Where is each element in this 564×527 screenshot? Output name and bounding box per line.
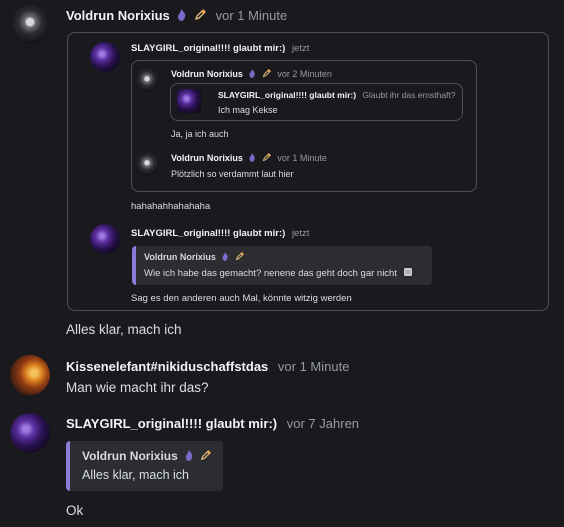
embed-header: SLAYGIRL_original!!!! glaubt mir:) jetzt: [131, 228, 309, 239]
timestamp: jetzt: [291, 43, 310, 54]
avatar[interactable]: [10, 355, 50, 395]
purple-flame-icon: [248, 69, 256, 80]
timestamp: vor 7 Jahren: [286, 416, 360, 431]
message-text: Ich mag Kekse: [218, 105, 278, 115]
pencil-icon: [235, 252, 244, 263]
timestamp: vor 1 Minute: [277, 153, 327, 163]
author-name[interactable]: SLAYGIRL_original!!!! glaubt mir:): [131, 43, 285, 54]
message-text: Alles klar, mach ich: [66, 322, 182, 337]
nested-embed-container: Voldrun Norixius vor 2 Minuten SLAYGIRL_…: [131, 60, 477, 192]
purple-flame-icon: [248, 153, 256, 164]
avatar[interactable]: [135, 68, 159, 92]
message-header: SLAYGIRL_original!!!! glaubt mir:) vor 7…: [66, 416, 359, 431]
pencil-icon: [194, 9, 206, 24]
pencil-icon: [200, 449, 212, 464]
message-text: Man wie macht ihr das?: [66, 380, 209, 395]
quote-text: Alles klar, mach ich: [82, 468, 189, 482]
author-name[interactable]: Kissenelefant#nikiduschaffstdas: [66, 359, 268, 374]
purple-flame-icon: [221, 252, 229, 263]
embed-header: SLAYGIRL_original!!!! glaubt mir:) Glaub…: [218, 90, 456, 100]
embedded-message-container: SLAYGIRL_original!!!! glaubt mir:) jetzt…: [67, 32, 549, 311]
author-name[interactable]: SLAYGIRL_original!!!! glaubt mir:): [218, 90, 356, 100]
quote-block: Voldrun Norixius Alles klar, mach ich: [66, 441, 223, 491]
author-name[interactable]: SLAYGIRL_original!!!! glaubt mir:): [66, 416, 277, 431]
purple-flame-icon: [176, 9, 187, 24]
quote-header: Voldrun Norixius: [82, 449, 212, 464]
timestamp: vor 2 Minuten: [277, 69, 332, 79]
purple-flame-icon: [184, 449, 194, 464]
quote-author[interactable]: Voldrun Norixius: [144, 252, 216, 262]
timestamp: vor 1 Minute: [215, 8, 288, 23]
author-name[interactable]: Voldrun Norixius: [171, 69, 243, 79]
avatar[interactable]: [90, 224, 120, 254]
message-text: Plötzlich so verdammt laut hier: [171, 169, 294, 179]
message-text: Ok: [66, 503, 84, 518]
avatar[interactable]: [10, 413, 50, 453]
avatar[interactable]: [135, 152, 159, 176]
embed-subtitle: Glaubt ihr das ernsthaft?: [362, 90, 456, 100]
avatar[interactable]: [90, 42, 120, 72]
avatar[interactable]: [10, 4, 50, 44]
embed-header: Voldrun Norixius vor 2 Minuten: [171, 69, 332, 80]
quote-text-content: Wie ich habe das gemacht? nenene das geh…: [144, 268, 397, 280]
timestamp: jetzt: [291, 228, 310, 239]
message-header: Voldrun Norixius vor 1 Minute: [66, 8, 287, 24]
pencil-icon: [262, 153, 271, 164]
quote-text: Wie ich habe das gemacht? nenene das geh…: [144, 267, 413, 280]
embed-header: Voldrun Norixius vor 1 Minute: [171, 153, 327, 164]
message-text: hahahahhahahaha: [131, 201, 211, 212]
deep-nested-embed: SLAYGIRL_original!!!! glaubt mir:) Glaub…: [170, 83, 463, 121]
pencil-icon: [262, 69, 271, 80]
quote-author[interactable]: Voldrun Norixius: [82, 449, 178, 463]
author-name[interactable]: SLAYGIRL_original!!!! glaubt mir:): [131, 228, 285, 239]
message-header: Kissenelefant#nikiduschaffstdas vor 1 Mi…: [66, 359, 349, 374]
author-name[interactable]: Voldrun Norixius: [66, 8, 170, 23]
author-name[interactable]: Voldrun Norixius: [171, 153, 243, 163]
quote-header: Voldrun Norixius: [144, 252, 244, 263]
message-text: Ja, ja ich auch: [171, 129, 229, 139]
quote-block: Voldrun Norixius Wie ich habe das gemach…: [132, 246, 432, 285]
message-text: Sag es den anderen auch Mal, könnte witz…: [131, 293, 352, 304]
timestamp: vor 1 Minute: [277, 359, 350, 374]
embed-header: SLAYGIRL_original!!!! glaubt mir:) jetzt: [131, 43, 309, 54]
paper-icon: [403, 267, 413, 280]
avatar[interactable]: [177, 89, 201, 113]
